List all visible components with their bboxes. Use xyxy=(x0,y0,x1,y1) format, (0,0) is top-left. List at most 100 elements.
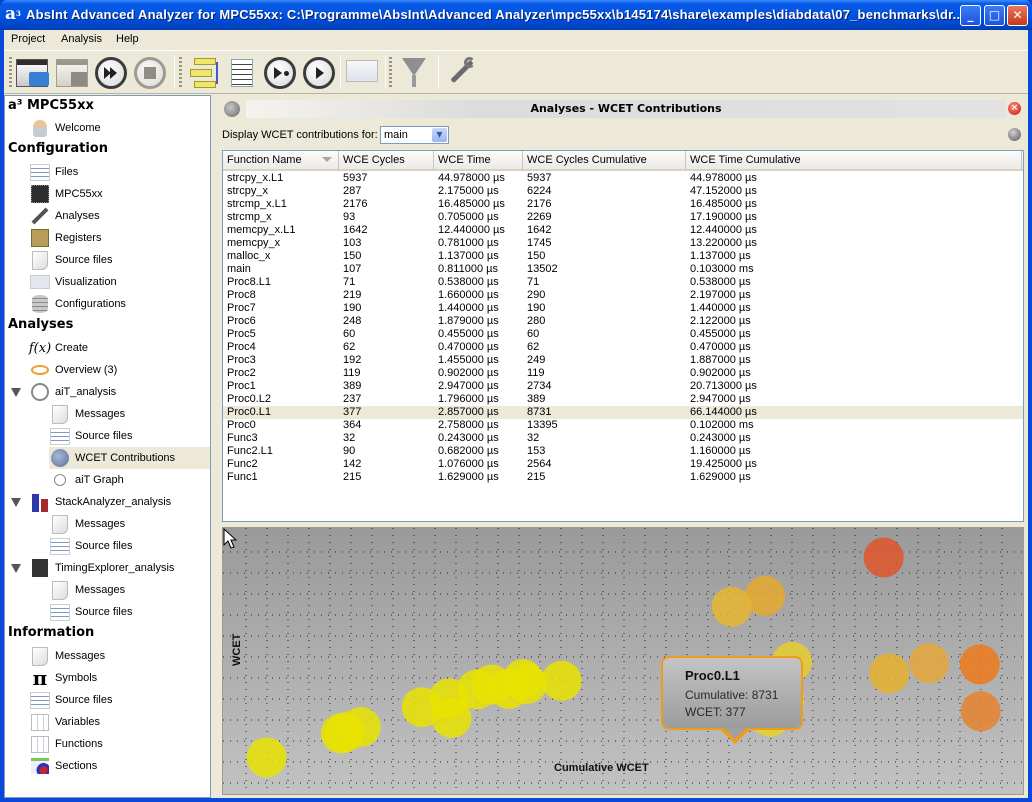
toolbar-grip[interactable] xyxy=(179,57,182,87)
chevron-down-icon[interactable]: ▼ xyxy=(432,128,447,142)
tree-item-overview[interactable]: Overview (3) xyxy=(29,359,117,381)
table-row[interactable]: Proc2 119 0.902000 µs 119 0.902000 µs xyxy=(223,367,1023,380)
section-information[interactable]: Information xyxy=(8,625,94,640)
display-for-select[interactable]: main ▼ xyxy=(380,126,449,144)
call-graph-button[interactable] xyxy=(186,55,222,91)
tree-root[interactable]: a³ MPC55xx xyxy=(8,98,94,113)
table-row[interactable]: Proc7 190 1.440000 µs 190 1.440000 µs xyxy=(223,302,1023,315)
tree-item-stack-messages[interactable]: Messages xyxy=(49,513,125,535)
tree-item-visualization[interactable]: Visualization xyxy=(29,271,117,293)
tree-item-mpc55xx[interactable]: MPC55xx xyxy=(29,183,103,205)
tree-item-configurations[interactable]: Configurations xyxy=(29,293,126,315)
settings-button[interactable] xyxy=(442,55,478,91)
step-button[interactable] xyxy=(262,55,298,91)
presentation-button[interactable] xyxy=(344,55,380,91)
tree-item-stack-source-files[interactable]: Source files xyxy=(49,535,132,557)
table-row[interactable]: strcmp_x 93 0.705000 µs 2269 17.190000 µs xyxy=(223,211,1023,224)
title-bar[interactable]: a3 AbsInt Advanced Analyzer for MPC55xx:… xyxy=(0,0,1032,30)
tree-item-timing-source-files[interactable]: Source files xyxy=(49,601,132,623)
section-analyses[interactable]: Analyses xyxy=(8,317,73,332)
column-header-wce-time-cumulative[interactable]: WCE Time Cumulative xyxy=(686,151,1022,170)
tree-item-ait-source-files[interactable]: Source files xyxy=(49,425,132,447)
table-row[interactable]: Proc6 248 1.879000 µs 280 2.122000 µs xyxy=(223,315,1023,328)
bubble-func2-l1[interactable] xyxy=(431,697,472,738)
tree-item-create[interactable]: f(x) Create xyxy=(29,337,88,359)
tree-item-info-source-files[interactable]: Source files xyxy=(29,689,112,711)
menu-project[interactable]: Project xyxy=(11,33,45,45)
bubble-proc0-l1[interactable] xyxy=(909,643,950,684)
maximize-button[interactable]: □ xyxy=(984,5,1005,26)
tree-item-stack-analysis[interactable]: StackAnalyzer_analysis xyxy=(29,491,171,513)
section-configuration[interactable]: Configuration xyxy=(8,141,108,156)
table-row[interactable]: Func2.L1 90 0.682000 µs 153 1.160000 µs xyxy=(223,445,1023,458)
table-row[interactable]: malloc_x 150 1.137000 µs 150 1.137000 µs xyxy=(223,250,1023,263)
save-project-button[interactable] xyxy=(54,55,90,91)
table-cell: 60 xyxy=(343,328,356,340)
bubble-func1[interactable] xyxy=(471,664,512,705)
tree-item-sections[interactable]: Sections xyxy=(29,755,97,777)
tree-item-timing-analysis[interactable]: TimingExplorer_analysis xyxy=(29,557,174,579)
tree-item-registers[interactable]: Registers xyxy=(29,227,101,249)
tree-item-functions[interactable]: Functions xyxy=(29,733,103,755)
table-row[interactable]: Proc0.L2 237 1.796000 µs 389 2.947000 µs xyxy=(223,393,1023,406)
column-header-wce-time[interactable]: WCE Time xyxy=(434,151,523,170)
table-row[interactable]: Func3 32 0.243000 µs 32 0.243000 µs xyxy=(223,432,1023,445)
table-row[interactable]: Func2 142 1.076000 µs 2564 19.425000 µs xyxy=(223,458,1023,471)
table-row[interactable]: strcpy_x 287 2.175000 µs 6224 47.152000 µs xyxy=(223,185,1023,198)
menu-analysis[interactable]: Analysis xyxy=(61,33,102,45)
stop-button[interactable] xyxy=(132,55,168,91)
column-header-function-name[interactable]: Function Name xyxy=(223,151,339,170)
collapse-toggle[interactable] xyxy=(11,498,21,507)
table-row[interactable]: main 107 0.811000 µs 13502 0.103000 ms xyxy=(223,263,1023,276)
bubble-strcpy-x-l1[interactable] xyxy=(863,537,904,578)
bubble-proc0-l2[interactable] xyxy=(541,660,582,701)
run-button[interactable] xyxy=(301,55,337,91)
bubble-proc0[interactable] xyxy=(959,644,1000,685)
open-project-button[interactable] xyxy=(14,55,50,91)
table-row[interactable]: Func1 215 1.629000 µs 215 1.629000 µs xyxy=(223,471,1023,484)
tree-item-symbols[interactable]: π Symbols xyxy=(29,666,98,690)
table-row[interactable]: strcmp_x.L1 2176 16.485000 µs 2176 16.485000… xyxy=(223,198,1023,211)
tree-item-welcome[interactable]: Welcome xyxy=(29,117,101,139)
bubble-proc4[interactable] xyxy=(324,712,365,753)
table-row[interactable]: Proc1 389 2.947000 µs 2734 20.713000 µs xyxy=(223,380,1023,393)
tree-item-timing-messages[interactable]: Messages xyxy=(49,579,125,601)
tree-item-source-files[interactable]: Source files xyxy=(29,249,112,271)
bubble-strcpy-x[interactable] xyxy=(869,653,910,694)
toolbar-grip[interactable] xyxy=(389,57,392,87)
toolbar-grip[interactable] xyxy=(9,57,12,87)
column-header-wce-cycles-cumulative[interactable]: WCE Cycles Cumulative xyxy=(523,151,686,170)
tree-item-ait-messages[interactable]: Messages xyxy=(49,403,125,425)
report-button[interactable] xyxy=(224,55,260,91)
table-cell: 44.978000 µs xyxy=(438,172,505,184)
tree-item-files[interactable]: Files xyxy=(29,161,78,183)
table-row[interactable]: Proc8.L1 71 0.538000 µs 71 0.538000 µs xyxy=(223,276,1023,289)
tree-item-info-messages[interactable]: Messages xyxy=(29,645,105,667)
bubble-main[interactable] xyxy=(960,691,1001,732)
table-row[interactable]: memcpy_x.L1 1642 12.440000 µs 1642 12.440000… xyxy=(223,224,1023,237)
tree-item-wcet-contributions[interactable]: WCET Contributions xyxy=(49,447,210,469)
tree-item-ait-analysis[interactable]: aiT_analysis xyxy=(29,381,116,403)
run-all-button[interactable] xyxy=(93,55,129,91)
table-row[interactable]: Proc3 192 1.455000 µs 249 1.887000 µs xyxy=(223,354,1023,367)
tree-item-ait-graph[interactable]: aiT Graph xyxy=(49,469,124,491)
table-row[interactable]: Proc4 62 0.470000 µs 62 0.470000 µs xyxy=(223,341,1023,354)
column-header-wce-cycles[interactable]: WCE Cycles xyxy=(339,151,434,170)
table-row[interactable]: Proc5 60 0.455000 µs 60 0.455000 µs xyxy=(223,328,1023,341)
filter-button[interactable] xyxy=(396,55,432,91)
minimize-button[interactable]: _ xyxy=(960,5,981,26)
tree-item-variables[interactable]: Variables xyxy=(29,711,100,733)
menu-help[interactable]: Help xyxy=(116,33,139,45)
table-row[interactable]: Proc0 364 2.758000 µs 13395 0.102000 ms xyxy=(223,419,1023,432)
collapse-toggle[interactable] xyxy=(11,564,21,573)
table-row[interactable]: Proc0.L1 377 2.857000 µs 8731 66.144000 µs xyxy=(223,406,1023,419)
close-button[interactable]: ✕ xyxy=(1007,5,1028,26)
collapse-toggle[interactable] xyxy=(11,388,21,397)
bubble-func3[interactable] xyxy=(246,737,287,778)
table-row[interactable]: memcpy_x 103 0.781000 µs 1745 13.220000 µs xyxy=(223,237,1023,250)
table-row[interactable]: strcpy_x.L1 5937 44.978000 µs 5937 44.978000… xyxy=(223,172,1023,185)
tree-item-analyses[interactable]: Analyses xyxy=(29,205,100,227)
bubble-memcpy-x-l1[interactable] xyxy=(711,586,752,627)
table-row[interactable]: Proc8 219 1.660000 µs 290 2.197000 µs xyxy=(223,289,1023,302)
close-panel-icon[interactable]: × xyxy=(1008,102,1021,115)
